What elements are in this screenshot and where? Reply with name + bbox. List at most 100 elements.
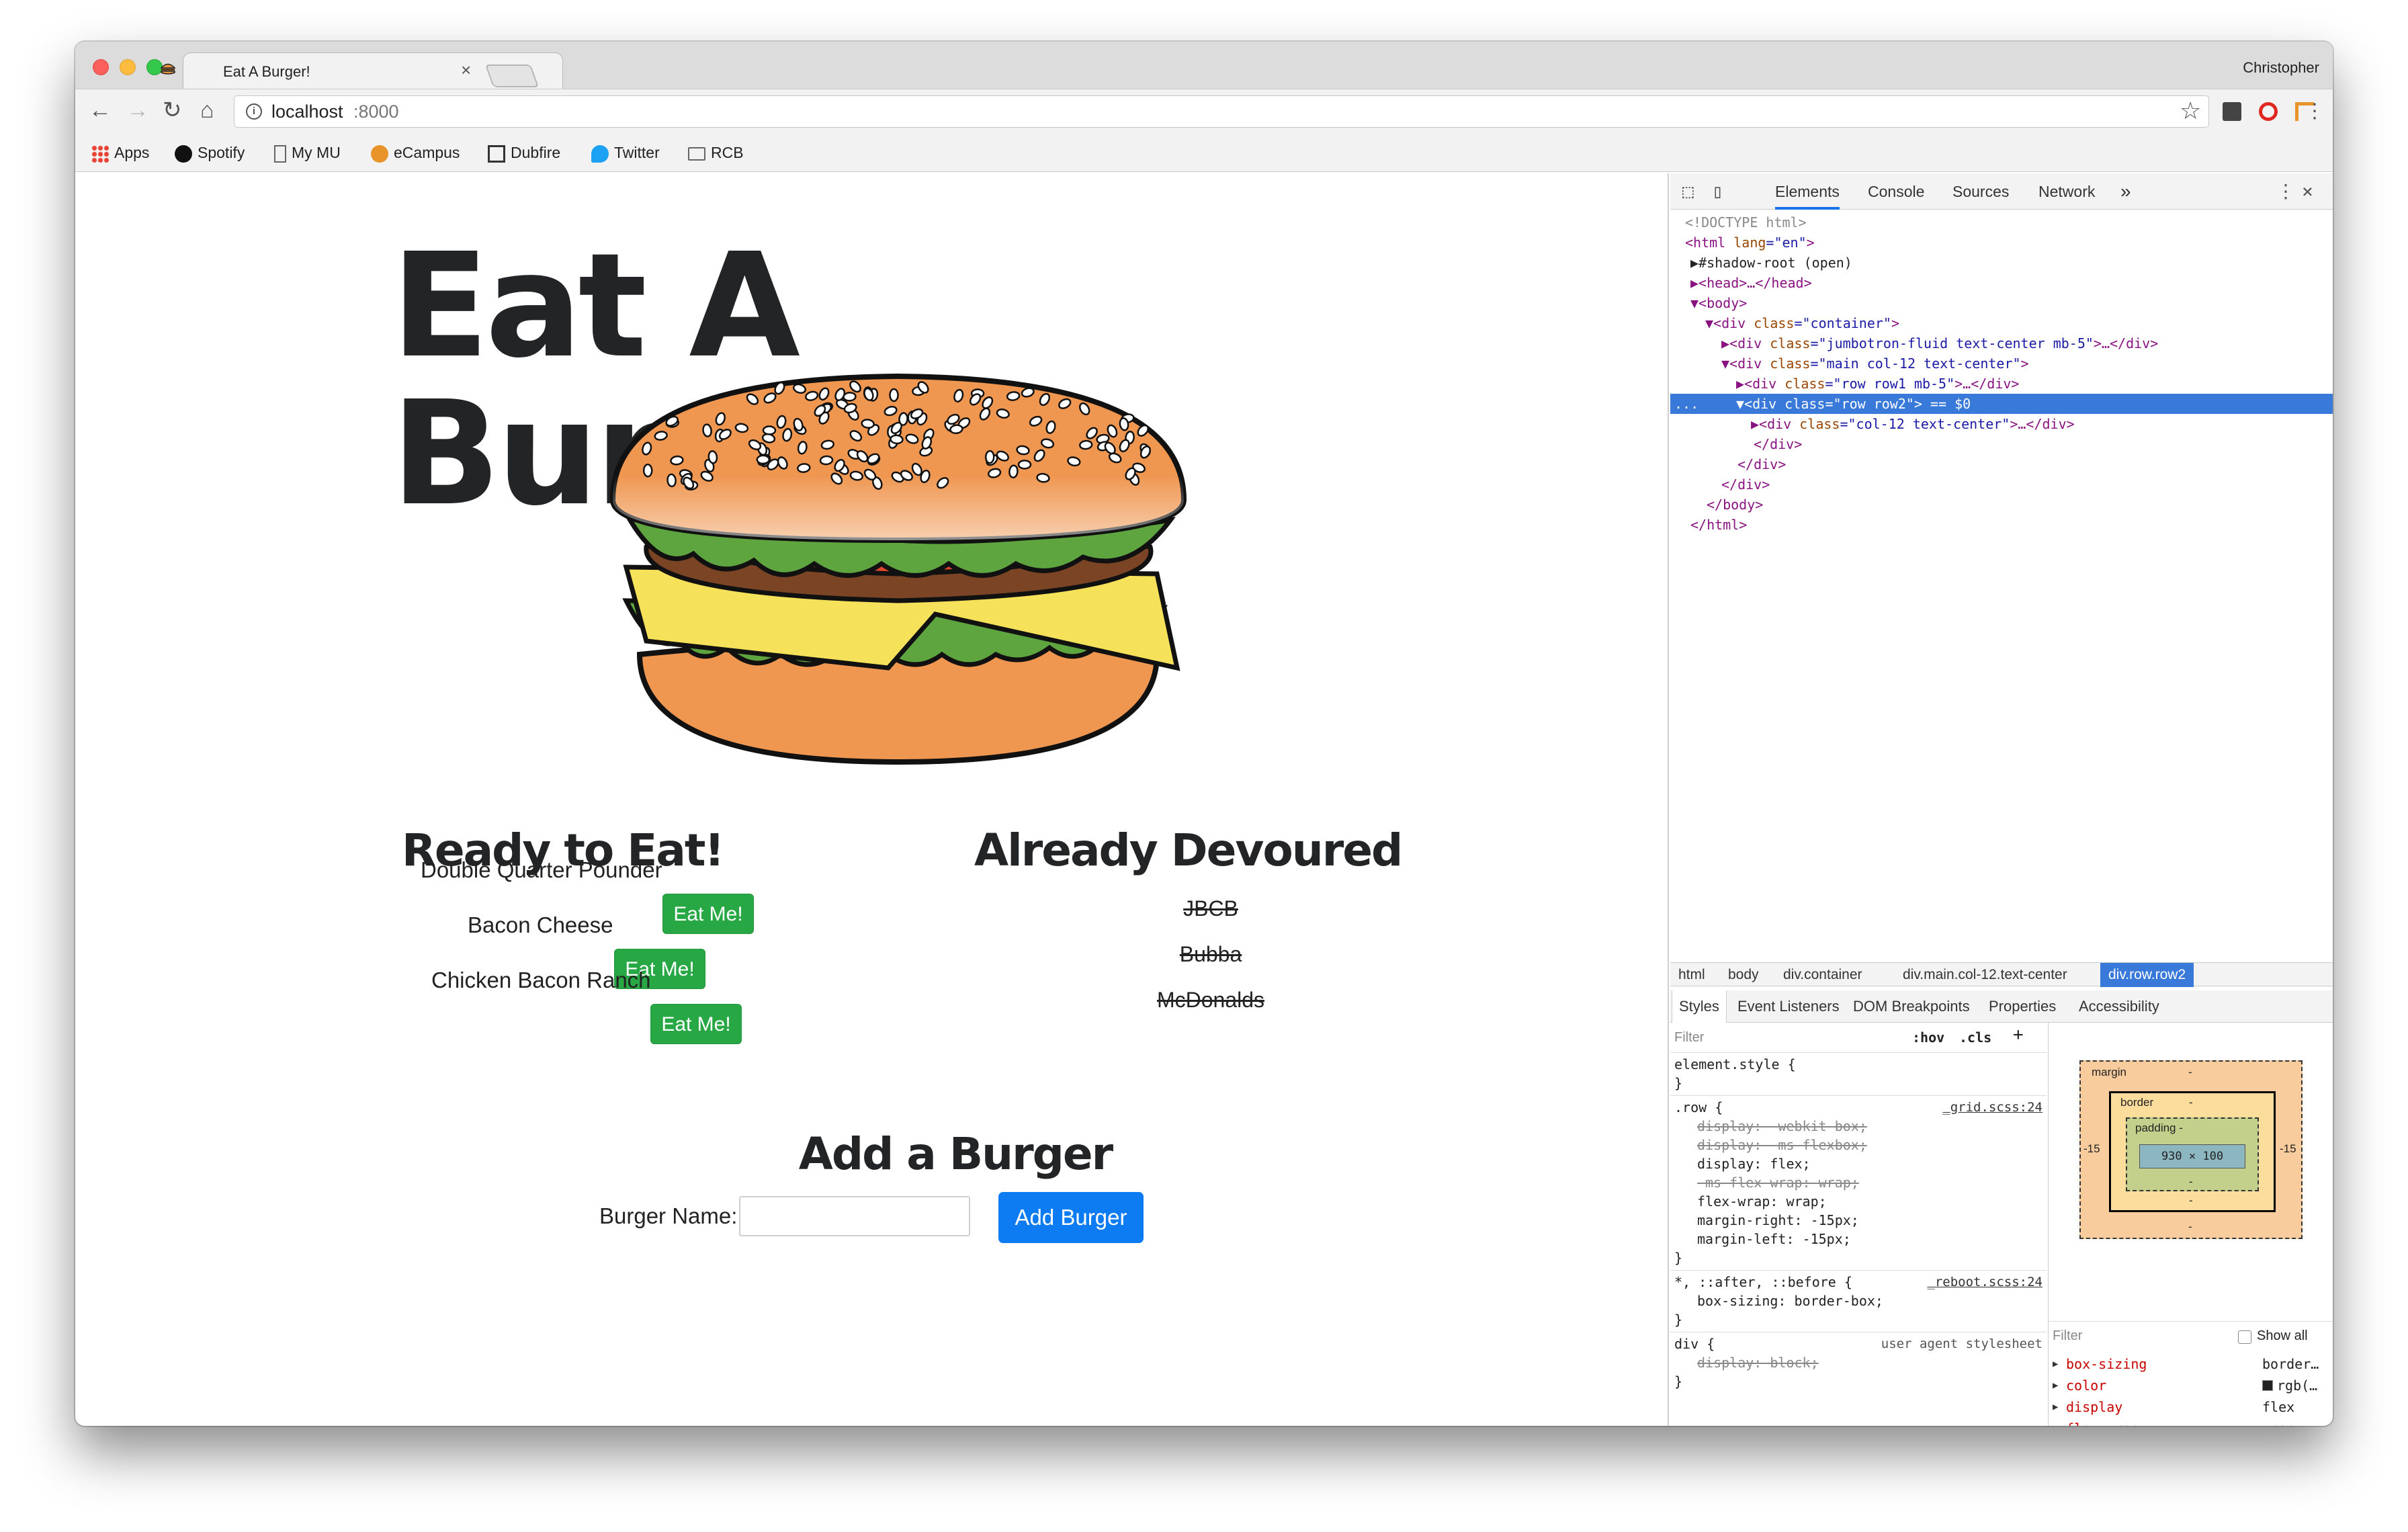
css-declaration[interactable]: -ms-flex-wrap: wrap; [1697,1173,1859,1192]
tab-styles[interactable]: Styles [1672,990,1727,1023]
tab-event-listeners[interactable]: Event Listeners [1731,990,1846,1023]
computed-row[interactable]: ▶ flex-wrap wrap [2049,1418,2333,1426]
minimize-window-button[interactable] [120,59,136,75]
eat-me-button[interactable]: Eat Me! [650,1004,742,1044]
css-declaration[interactable]: box-sizing: border-box; [1697,1291,1883,1310]
close-window-button[interactable] [93,59,109,75]
styles-filter-input[interactable]: Filter [1674,1028,1704,1047]
back-arrow-icon[interactable]: ← [89,97,112,124]
box-model-border[interactable]: border - - padding - - 930 × 100 [2109,1091,2276,1212]
bookmark-apps[interactable]: Apps [91,142,149,163]
tab-console[interactable]: Console [1868,173,1924,210]
dom-node[interactable]: ▶<div class="row row1 mb-5">…</div> [1670,374,2333,394]
dom-node-selected[interactable]: ... ▼<div class="row row2"> == $0 [1670,394,2333,414]
dom-node[interactable]: ▶#shadow-root (open) [1670,253,2333,273]
computed-value: flex [2262,1399,2295,1415]
extension-film-icon[interactable] [2223,102,2241,121]
dom-node[interactable]: ▶<head>…</head> [1670,273,2333,293]
dom-more-icon[interactable]: ... [1670,394,1736,414]
bookmark-ecampus[interactable]: eCampus [371,142,460,163]
dom-tag: </html> [1690,517,1748,533]
bookmark-label: Apps [114,144,150,161]
bookmark-star-icon[interactable]: ☆ [2180,97,2201,125]
expand-arrow-icon[interactable]: ▶ [2053,1396,2058,1418]
css-declaration[interactable]: display: -webkit-box; [1697,1117,1867,1136]
computed-row[interactable]: ▶ box-sizing border… [2049,1353,2333,1375]
dom-node[interactable]: </html> [1670,515,2333,535]
dom-node[interactable]: </body> [1670,495,2333,515]
dom-node[interactable]: <!DOCTYPE html> [1670,212,2333,232]
expand-arrow-icon[interactable]: ▶ [2053,1418,2058,1426]
forward-arrow-icon[interactable]: → [126,97,149,124]
burger-name-input[interactable] [739,1196,970,1236]
css-declaration[interactable]: display: -ms-flexbox; [1697,1136,1867,1154]
extension-opera-icon[interactable] [2259,102,2278,121]
bookmark-my-mu[interactable]: My MU [274,142,341,163]
dom-node[interactable]: ▼<body> [1670,293,2333,313]
tab-dom-breakpoints[interactable]: DOM Breakpoints [1846,990,1977,1023]
breadcrumb-row2[interactable]: div.row.row2 [2100,963,2194,987]
bookmark-twitter[interactable]: Twitter [591,142,660,163]
breadcrumb-html[interactable]: html [1670,963,1713,987]
site-info-icon[interactable]: i [246,103,262,120]
burger-name: Chicken Bacon Ranch [431,968,651,992]
css-source-link[interactable]: _reboot.scss:24 [1927,1273,2042,1291]
expand-arrow-icon[interactable]: ▶ [2053,1375,2058,1396]
new-style-rule-icon[interactable]: + [2013,1025,2024,1044]
tab-elements[interactable]: Elements [1775,173,1840,210]
reload-icon[interactable]: ↻ [163,97,182,124]
cls-toggle[interactable]: .cls [1959,1028,1991,1047]
hov-toggle[interactable]: :hov [1912,1028,1944,1047]
tab-network[interactable]: Network [2038,173,2095,210]
devtools-close-icon[interactable]: × [2302,181,2313,202]
more-tabs-icon[interactable]: » [2120,173,2131,210]
inspect-element-icon[interactable]: ⬚ [1682,181,1694,202]
color-swatch[interactable] [2262,1380,2273,1391]
new-tab-button[interactable] [484,65,540,87]
dom-node[interactable]: ▶<div class="jumbotron-fluid text-center… [1670,333,2333,353]
add-burger-button[interactable]: Add Burger [998,1192,1144,1243]
browser-menu-icon[interactable]: ⋮ [2305,98,2325,125]
dom-node[interactable]: ▶<div class="col-12 text-center">…</div> [1670,414,2333,434]
sesame-seed [1017,460,1032,470]
css-source-link[interactable]: _grid.scss:24 [1942,1098,2042,1117]
dom-node[interactable]: ▼<div class="container"> [1670,313,2333,333]
burger-image [609,373,1187,765]
device-toolbar-icon[interactable]: ▯ [1712,181,1723,202]
css-declaration[interactable]: margin-right: -15px; [1697,1211,1859,1230]
css-declaration[interactable]: display: block; [1697,1353,1819,1372]
burger-name: Double Quarter Pounder [421,857,662,882]
expand-arrow-icon[interactable]: ▶ [2053,1353,2058,1375]
eat-me-button[interactable]: Eat Me! [662,894,754,934]
computed-row[interactable]: ▶ display flex [2049,1396,2333,1418]
dom-node[interactable]: </div> [1670,454,2333,474]
profile-name[interactable]: Christopher [2243,59,2319,77]
tab-close-icon[interactable]: × [461,60,471,81]
dom-node[interactable]: <html lang="en"> [1670,232,2333,253]
css-declaration[interactable]: flex-wrap: wrap; [1697,1192,1827,1211]
bookmark-dubfire[interactable]: Dubfire [488,142,560,163]
box-model-margin[interactable]: margin - -15 -15 - border - - padding - … [2079,1060,2303,1239]
tab-accessibility[interactable]: Accessibility [2072,990,2166,1023]
css-declaration[interactable]: display: flex; [1697,1154,1811,1173]
breadcrumb-container[interactable]: div.container [1775,963,1870,987]
box-model-content[interactable]: 930 × 100 [2139,1144,2245,1168]
bookmark-rcb[interactable]: RCB [688,142,744,163]
devtools-menu-icon[interactable]: ⋮ [2276,181,2295,202]
dom-node[interactable]: </div> [1670,434,2333,454]
dom-node[interactable]: ▼<div class="main col-12 text-center"> [1670,353,2333,374]
computed-filter-input[interactable]: Filter [2053,1326,2082,1345]
breadcrumb-body[interactable]: body [1720,963,1767,987]
box-model-padding[interactable]: padding - - 930 × 100 [2126,1117,2259,1191]
css-declaration[interactable]: margin-left: -15px; [1697,1230,1851,1248]
home-icon[interactable]: ⌂ [200,97,214,124]
tab-sources[interactable]: Sources [1952,173,2009,210]
computed-row[interactable]: ▶ color rgb(… [2049,1375,2333,1396]
bookmark-spotify[interactable]: Spotify [175,142,245,163]
show-all-checkbox[interactable] [2238,1330,2251,1344]
address-bar[interactable] [234,95,2209,128]
css-brace: } [1674,1312,1683,1328]
tab-properties[interactable]: Properties [1982,990,2063,1023]
dom-node[interactable]: </div> [1670,474,2333,495]
breadcrumb-main[interactable]: div.main.col-12.text-center [1895,963,2075,987]
